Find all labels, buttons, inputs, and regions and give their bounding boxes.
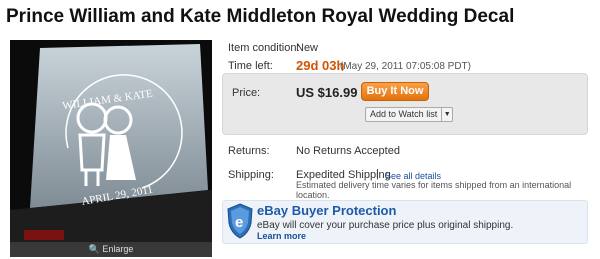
shipping-note: Estimated delivery time varies for items…: [296, 180, 572, 200]
enlarge-label: Enlarge: [102, 244, 134, 254]
condition-label: Item condition:: [228, 42, 300, 54]
condition-value: New: [296, 42, 319, 54]
item-title: Prince William and Kate Middleton Royal …: [6, 6, 515, 27]
shield-icon: e: [227, 203, 253, 239]
time-left-value: 29d 03h: [296, 58, 345, 73]
shipping-label: Shipping:: [228, 169, 274, 181]
returns-value: No Returns Accepted: [296, 145, 400, 157]
time-left-date: (May 29, 2011 07:05:08 PDT): [340, 61, 471, 72]
decal-photo: WILLIAM & KATE APRIL 29, 2011: [10, 40, 212, 257]
item-image[interactable]: WILLIAM & KATE APRIL 29, 2011 🔍 Enlarge: [10, 40, 212, 257]
watch-list-label: Add to Watch list: [370, 109, 438, 119]
time-left-label: Time left:: [228, 60, 273, 72]
shipping-separator: |: [376, 168, 379, 180]
buyer-protection-panel: e eBay Buyer Protection eBay will cover …: [222, 200, 588, 244]
learn-more-link[interactable]: Learn more: [257, 231, 306, 241]
shield-letter: e: [235, 214, 243, 231]
price-value: US $16.99: [296, 85, 358, 100]
chevron-down-icon[interactable]: ▼: [441, 108, 452, 121]
enlarge-button[interactable]: 🔍 Enlarge: [10, 242, 212, 257]
add-to-watch-list-button[interactable]: Add to Watch list ▼: [365, 107, 454, 122]
buyer-protection-text: eBay will cover your purchase price plus…: [257, 220, 514, 231]
returns-label: Returns:: [228, 145, 270, 157]
buy-it-now-button[interactable]: Buy It Now: [361, 82, 429, 101]
price-label: Price:: [232, 87, 261, 99]
buyer-protection-title: eBay Buyer Protection: [257, 203, 397, 218]
magnifier-icon: 🔍: [88, 244, 100, 254]
